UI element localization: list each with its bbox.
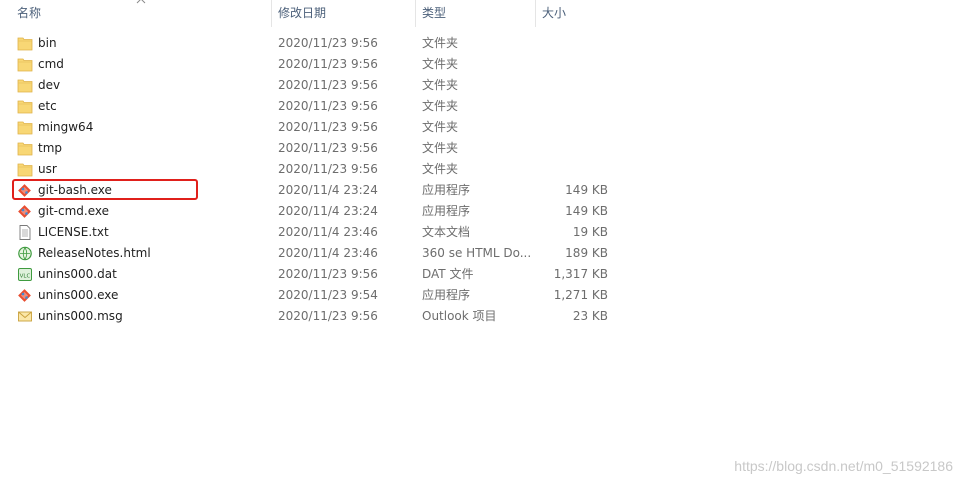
file-type: 文件夹	[422, 141, 459, 155]
file-date-modified: 2020/11/23 9:56	[278, 57, 378, 71]
text-file-icon	[17, 224, 33, 241]
file-date-modified: 2020/11/23 9:56	[278, 120, 378, 134]
file-row[interactable]: mingw64 2020/11/23 9:56 文件夹	[0, 117, 616, 138]
file-type: DAT 文件	[422, 267, 474, 281]
file-row[interactable]: git-bash.exe 2020/11/4 23:24 应用程序 149 KB	[0, 180, 616, 201]
html-file-icon	[17, 245, 33, 262]
file-size	[535, 75, 608, 96]
file-date-modified: 2020/11/23 9:56	[278, 309, 378, 323]
folder-icon	[17, 98, 33, 115]
file-name: dev	[38, 78, 61, 92]
file-row[interactable]: etc 2020/11/23 9:56 文件夹	[0, 96, 616, 117]
file-type: 文件夹	[422, 162, 459, 176]
file-type: 文件夹	[422, 78, 459, 92]
file-date-modified: 2020/11/4 23:24	[278, 204, 378, 218]
column-header-name-label: 名称	[17, 6, 42, 20]
file-row[interactable]: LICENSE.txt 2020/11/4 23:46 文本文档 19 KB	[0, 222, 616, 243]
file-size: 1,271 KB	[553, 288, 608, 302]
file-type: 应用程序	[422, 288, 471, 302]
column-header-row: 名称 修改日期 类型 大小	[0, 0, 616, 27]
file-size: 23 KB	[572, 309, 608, 323]
file-size	[535, 33, 608, 54]
dat-file-icon: VLC	[17, 266, 33, 283]
file-size	[535, 138, 608, 159]
file-name: bin	[38, 36, 57, 50]
file-date-modified: 2020/11/23 9:54	[278, 288, 378, 302]
folder-icon	[17, 161, 33, 178]
file-type: 应用程序	[422, 204, 471, 218]
file-name: etc	[38, 99, 57, 113]
column-header-size-label: 大小	[542, 6, 567, 20]
file-date-modified: 2020/11/23 9:56	[278, 141, 378, 155]
file-size: 19 KB	[572, 225, 608, 239]
file-name: tmp	[38, 141, 63, 155]
file-name: LICENSE.txt	[38, 225, 109, 239]
file-size	[535, 54, 608, 75]
folder-icon	[17, 77, 33, 94]
file-row[interactable]: ReleaseNotes.html 2020/11/4 23:46 360 se H…	[0, 243, 616, 264]
file-name: ReleaseNotes.html	[38, 246, 151, 260]
column-header-date-label: 修改日期	[278, 6, 327, 20]
column-header-name[interactable]: 名称	[0, 0, 271, 27]
file-date-modified: 2020/11/4 23:46	[278, 246, 378, 260]
mail-file-icon	[17, 308, 33, 325]
file-explorer: 名称 修改日期 类型 大小 bin 2020/11/23 9:56 文件夹 cmd 20…	[0, 0, 963, 484]
file-list: bin 2020/11/23 9:56 文件夹 cmd 2020/11/23 9:56 文…	[0, 33, 616, 327]
file-date-modified: 2020/11/23 9:56	[278, 162, 378, 176]
svg-text:VLC: VLC	[20, 274, 31, 280]
file-row[interactable]: unins000.exe 2020/11/23 9:54 应用程序 1,271 KB	[0, 285, 616, 306]
file-size: 189 KB	[565, 246, 608, 260]
file-date-modified: 2020/11/23 9:56	[278, 36, 378, 50]
file-row[interactable]: bin 2020/11/23 9:56 文件夹	[0, 33, 616, 54]
file-type: Outlook 项目	[422, 309, 497, 323]
file-name: unins000.msg	[38, 309, 123, 323]
file-size: 1,317 KB	[553, 267, 608, 281]
file-row[interactable]: unins000.msg 2020/11/23 9:56 Outlook 项目 23 …	[0, 306, 616, 327]
folder-icon	[17, 119, 33, 136]
file-row[interactable]: cmd 2020/11/23 9:56 文件夹	[0, 54, 616, 75]
file-name: git-bash.exe	[38, 183, 112, 197]
column-header-size[interactable]: 大小	[535, 0, 616, 27]
file-row[interactable]: git-cmd.exe 2020/11/4 23:24 应用程序 149 KB	[0, 201, 616, 222]
file-name: unins000.dat	[38, 267, 117, 281]
file-name: git-cmd.exe	[38, 204, 109, 218]
file-type: 应用程序	[422, 183, 471, 197]
file-row[interactable]: dev 2020/11/23 9:56 文件夹	[0, 75, 616, 96]
file-type: 文件夹	[422, 120, 459, 134]
folder-icon	[17, 140, 33, 157]
file-date-modified: 2020/11/23 9:56	[278, 99, 378, 113]
sort-ascending-icon	[136, 0, 146, 4]
column-header-date[interactable]: 修改日期	[271, 0, 415, 27]
file-type: 文件夹	[422, 57, 459, 71]
git-icon	[17, 287, 33, 304]
file-type: 360 se HTML Do...	[422, 246, 532, 260]
file-name: mingw64	[38, 120, 94, 134]
file-size	[535, 117, 608, 138]
file-size	[535, 96, 608, 117]
folder-icon	[17, 35, 33, 52]
file-name: usr	[38, 162, 57, 176]
column-header-type[interactable]: 类型	[415, 0, 535, 27]
file-row[interactable]: tmp 2020/11/23 9:56 文件夹	[0, 138, 616, 159]
file-date-modified: 2020/11/23 9:56	[278, 267, 378, 281]
file-type: 文件夹	[422, 99, 459, 113]
folder-icon	[17, 56, 33, 73]
file-size: 149 KB	[565, 204, 608, 218]
file-size	[535, 159, 608, 180]
file-date-modified: 2020/11/4 23:46	[278, 225, 378, 239]
file-date-modified: 2020/11/23 9:56	[278, 78, 378, 92]
file-type: 文本文档	[422, 225, 471, 239]
git-icon	[17, 203, 33, 220]
file-size: 149 KB	[565, 183, 608, 197]
file-row[interactable]: usr 2020/11/23 9:56 文件夹	[0, 159, 616, 180]
column-header-type-label: 类型	[422, 6, 447, 20]
file-row[interactable]: VLC unins000.dat 2020/11/23 9:56 DAT 文件 1,31…	[0, 264, 616, 285]
watermark: https://blog.csdn.net/m0_51592186	[734, 458, 953, 474]
file-name: unins000.exe	[38, 288, 119, 302]
file-name: cmd	[38, 57, 64, 71]
file-type: 文件夹	[422, 36, 459, 50]
git-icon	[17, 182, 33, 199]
file-date-modified: 2020/11/4 23:24	[278, 183, 378, 197]
